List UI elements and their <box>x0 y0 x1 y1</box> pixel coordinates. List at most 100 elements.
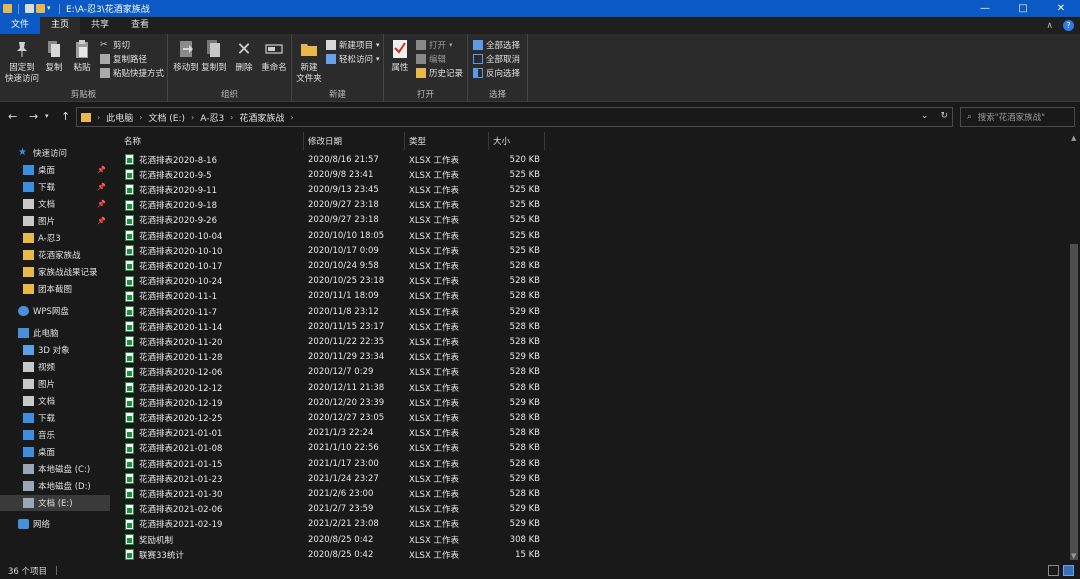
file-row[interactable]: 花酒排表2020-12-25 2020/12/27 23:05 XLSX 工作表 52… <box>122 410 552 425</box>
search-box[interactable]: ⌕ 搜索"花酒家族战" <box>960 107 1075 127</box>
breadcrumb-current-folder[interactable]: 花酒家族战 <box>239 111 284 124</box>
file-row[interactable]: 花酒排表2020-10-17 2020/10/24 9:58 XLSX 工作表 528… <box>122 258 552 273</box>
file-row[interactable]: 花酒排表2020-11-7 2020/11/8 23:12 XLSX 工作表 529 … <box>122 304 552 319</box>
column-header-size[interactable]: 大小 <box>489 132 545 150</box>
help-icon[interactable]: ? <box>1063 20 1074 31</box>
nav-pc-item[interactable]: 视频 <box>0 359 110 375</box>
vertical-scrollbar[interactable]: ▲ ▼ <box>1068 132 1080 562</box>
file-row[interactable]: 花酒排表2020-11-20 2020/11/22 22:35 XLSX 工作表 52… <box>122 334 552 349</box>
history-button[interactable]: 历史记录 <box>416 66 463 80</box>
pin-icon[interactable]: 📌 <box>97 200 106 208</box>
refresh-icon[interactable]: ↻ <box>940 111 948 121</box>
file-row[interactable]: 花酒排表2020-11-28 2020/11/29 23:34 XLSX 工作表 52… <box>122 350 552 365</box>
forward-arrow-icon[interactable]: → <box>29 110 38 123</box>
nav-network[interactable]: 网络 <box>0 516 110 532</box>
file-row[interactable]: 花酒排表2020-10-04 2020/10/10 18:05 XLSX 工作表 52… <box>122 228 552 243</box>
breadcrumb-drive-e[interactable]: 文档 (E:) <box>148 111 185 124</box>
nav-quick-item[interactable]: 文档 📌 <box>0 196 110 212</box>
pin-icon[interactable]: 📌 <box>97 166 106 174</box>
cut-button[interactable]: ✂ 剪切 <box>100 38 130 52</box>
nav-quick-item[interactable]: 花酒家族战 <box>0 247 110 263</box>
nav-wps-drive[interactable]: WPS网盘 <box>0 303 110 319</box>
file-row[interactable]: 花酒排表2021-01-23 2021/1/24 23:27 XLSX 工作表 529… <box>122 471 552 486</box>
file-row[interactable]: 花酒排表2020-12-06 2020/12/7 0:29 XLSX 工作表 528 … <box>122 365 552 380</box>
paste-button[interactable]: 粘贴 <box>70 38 94 74</box>
back-arrow-icon[interactable]: ← <box>8 110 17 123</box>
file-row[interactable]: 花酒排表2021-01-08 2021/1/10 22:56 XLSX 工作表 528… <box>122 441 552 456</box>
file-row[interactable]: 花酒排表2020-10-24 2020/10/25 23:18 XLSX 工作表 52… <box>122 274 552 289</box>
select-none-button[interactable]: 全部取消 <box>473 52 520 66</box>
file-row[interactable]: 花酒排表2020-11-1 2020/11/1 18:09 XLSX 工作表 528 … <box>122 289 552 304</box>
nav-quick-item[interactable]: 团本截图 <box>0 281 110 297</box>
tab-home[interactable]: 主页 <box>40 17 81 34</box>
copy-to-button[interactable]: 复制到 <box>200 38 228 74</box>
nav-pc-item[interactable]: 音乐 <box>0 427 110 443</box>
file-row[interactable]: 花酒排表2020-9-11 2020/9/13 23:45 XLSX 工作表 525 … <box>122 182 552 197</box>
nav-pc-item[interactable]: 桌面 <box>0 444 110 460</box>
file-row[interactable]: 花酒排表2021-01-01 2021/1/3 22:24 XLSX 工作表 528 … <box>122 426 552 441</box>
minimize-button[interactable]: — <box>966 0 1004 17</box>
recent-locations-icon[interactable]: ▾ <box>45 112 49 120</box>
nav-quick-item[interactable]: 桌面 📌 <box>0 162 110 178</box>
tab-view[interactable]: 查看 <box>120 17 160 34</box>
copy-path-button[interactable]: 复制路径 <box>100 52 147 66</box>
pin-icon[interactable]: 📌 <box>97 217 106 225</box>
file-row[interactable]: 花酒排表2021-01-15 2021/1/17 23:00 XLSX 工作表 528… <box>122 456 552 471</box>
collapse-ribbon-icon[interactable]: ∧ <box>1046 21 1053 31</box>
properties-button[interactable]: 属性 <box>386 38 414 74</box>
column-header-modified[interactable]: 修改日期 <box>304 132 405 150</box>
copy-button[interactable]: 复制 <box>42 38 66 74</box>
nav-quick-access[interactable]: ★ 快速访问 <box>0 145 110 161</box>
file-row[interactable]: 花酒排表2020-9-26 2020/9/27 23:18 XLSX 工作表 525 … <box>122 213 552 228</box>
invert-selection-button[interactable]: 反向选择 <box>473 66 520 80</box>
maximize-button[interactable]: □ <box>1004 0 1042 17</box>
file-row[interactable]: 花酒排表2020-11-14 2020/11/15 23:17 XLSX 工作表 52… <box>122 319 552 334</box>
nav-quick-item[interactable]: 图片 📌 <box>0 213 110 229</box>
rename-button[interactable]: 重命名 <box>260 38 288 74</box>
nav-pc-item[interactable]: 下载 <box>0 410 110 426</box>
move-to-button[interactable]: 移动到 <box>172 38 200 74</box>
new-item-button[interactable]: 新建项目 ▾ <box>326 38 380 52</box>
file-row[interactable]: 花酒排表2021-02-06 2021/2/7 23:59 XLSX 工作表 529 … <box>122 502 552 517</box>
file-row[interactable]: 奖励机制 2020/8/25 0:42 XLSX 工作表 308 KB <box>122 532 552 547</box>
file-row[interactable]: 花酒排表2020-9-18 2020/9/27 23:18 XLSX 工作表 525 … <box>122 198 552 213</box>
nav-this-pc[interactable]: 此电脑 <box>0 325 110 341</box>
breadcrumb-a-ren3[interactable]: A-忍3 <box>200 111 224 124</box>
quick-access-dropdown-icon[interactable]: ▾ <box>47 4 53 13</box>
easy-access-button[interactable]: 轻松访问 ▾ <box>326 52 380 66</box>
new-folder-button[interactable]: 新建 文件夹 <box>294 38 324 85</box>
file-row[interactable]: 花酒排表2020-12-19 2020/12/20 23:39 XLSX 工作表 52… <box>122 395 552 410</box>
pin-icon[interactable]: 📌 <box>97 183 106 191</box>
nav-pc-item[interactable]: 文档 <box>0 393 110 409</box>
tab-share[interactable]: 共享 <box>80 17 120 34</box>
nav-pc-item[interactable]: 文档 (E:) <box>0 495 110 511</box>
column-header-name[interactable]: 名称 <box>120 132 304 150</box>
pin-quick-access-button[interactable]: 固定到 快速访问 <box>4 38 40 85</box>
column-header-type[interactable]: 类型 <box>405 132 489 150</box>
nav-pc-item[interactable]: 3D 对象 <box>0 342 110 358</box>
paste-shortcut-button[interactable]: 粘贴快捷方式 <box>100 66 164 80</box>
nav-pc-item[interactable]: 本地磁盘 (D:) <box>0 478 110 494</box>
select-all-button[interactable]: 全部选择 <box>473 38 520 52</box>
new-folder-quick-icon[interactable] <box>36 4 45 13</box>
nav-pc-item[interactable]: 本地磁盘 (C:) <box>0 461 110 477</box>
nav-quick-item[interactable]: 家族战战果记录 <box>0 264 110 280</box>
large-icons-view-icon[interactable] <box>1063 565 1074 576</box>
scroll-up-icon[interactable]: ▲ <box>1071 134 1076 142</box>
file-row[interactable]: 花酒排表2020-9-5 2020/9/8 23:41 XLSX 工作表 525 KB <box>122 167 552 182</box>
address-bar[interactable]: › 此电脑 › 文档 (E:) › A-忍3 › 花酒家族战 › ⌄ ↻ <box>76 107 953 127</box>
breadcrumb-this-pc[interactable]: 此电脑 <box>106 111 133 124</box>
close-button[interactable]: ✕ <box>1042 0 1080 17</box>
scroll-down-icon[interactable]: ▼ <box>1071 552 1076 560</box>
file-row[interactable]: 花酒排表2021-01-30 2021/2/6 23:00 XLSX 工作表 528 … <box>122 486 552 501</box>
edit-button[interactable]: 编辑 <box>416 52 446 66</box>
scrollbar-thumb[interactable] <box>1070 244 1078 560</box>
nav-pc-item[interactable]: 图片 <box>0 376 110 392</box>
up-arrow-icon[interactable]: ↑ <box>61 110 70 123</box>
address-dropdown-icon[interactable]: ⌄ <box>921 111 929 121</box>
properties-quick-icon[interactable] <box>25 4 34 13</box>
file-row[interactable]: 花酒排表2021-02-19 2021/2/21 23:08 XLSX 工作表 529… <box>122 517 552 532</box>
open-button[interactable]: 打开 ▾ <box>416 38 453 52</box>
tab-file[interactable]: 文件 <box>0 17 41 34</box>
file-row[interactable]: 花酒排表2020-8-16 2020/8/16 21:57 XLSX 工作表 520 … <box>122 152 552 167</box>
